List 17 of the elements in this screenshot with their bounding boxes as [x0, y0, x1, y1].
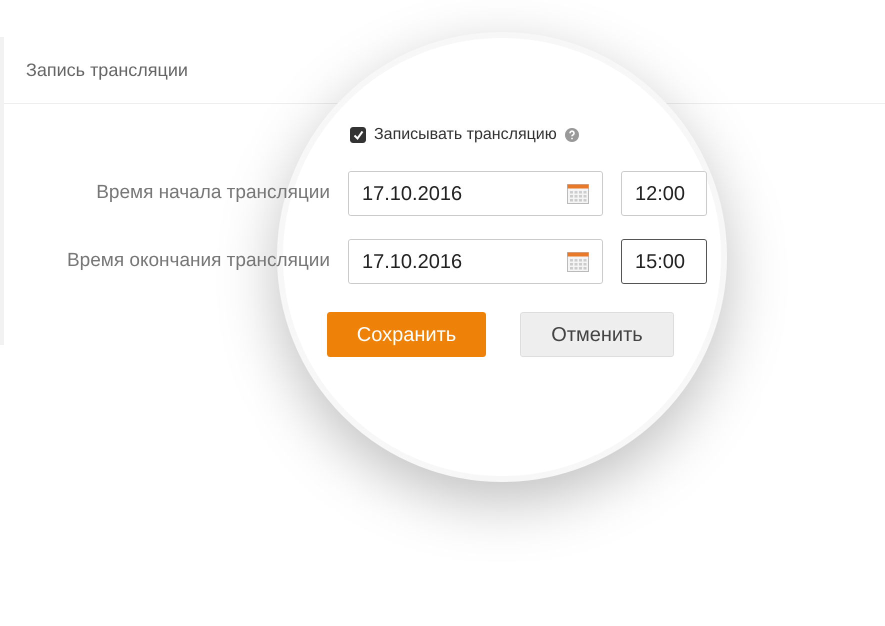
record-checkbox[interactable]	[350, 127, 366, 143]
time-field[interactable]: 12:00	[621, 171, 707, 216]
calendar-icon[interactable]	[567, 184, 589, 204]
calendar-icon[interactable]	[567, 252, 589, 272]
checkbox-label: Записывать трансляцию	[374, 125, 557, 145]
time-field[interactable]: 15:00	[621, 239, 707, 284]
date-value: 17.10.2016	[362, 250, 462, 274]
field-label: Время окончания трансляции	[66, 249, 330, 274]
section-title: Запись трансляции	[26, 58, 188, 82]
date-value: 17.10.2016	[362, 182, 462, 206]
field-label: Время начала трансляции	[95, 181, 330, 206]
time-value: 15:00	[635, 250, 686, 274]
time-value: 12:00	[635, 182, 686, 206]
cancel-button[interactable]: Отменить	[520, 312, 674, 357]
help-icon[interactable]	[564, 128, 579, 142]
date-field[interactable]: 17.10.2016	[348, 171, 603, 216]
date-field[interactable]: 17.10.2016	[348, 239, 603, 284]
